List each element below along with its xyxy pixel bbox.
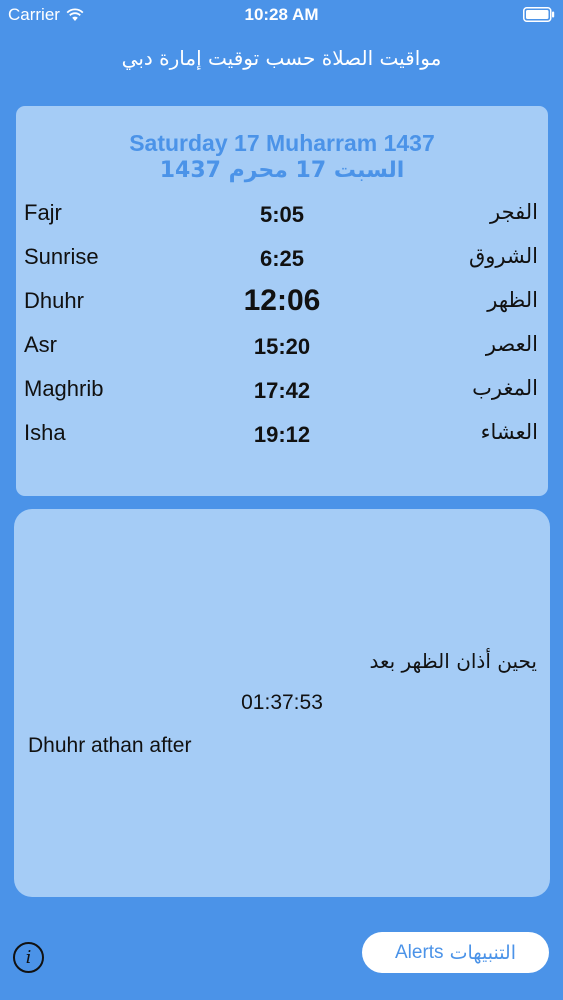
prayer-time: 5:05 [259,202,305,227]
prayer-name-ar: المغرب [472,376,538,400]
prayer-name-ar: العصر [485,332,538,356]
gregorian-date-label: Saturday 17 Muharram 1437 [129,130,435,156]
prayer-time: 17:42 [253,378,311,403]
countdown-label-ar: يحين أذان الظهر بعد [369,649,537,673]
prayer-row-asr: Asr 15:20 العصر [16,326,548,366]
prayer-row-isha: Isha 19:12 العشاء [16,414,548,454]
prayer-times-panel: Saturday 17 Muharram 1437 السبت 17 محرم … [16,106,548,496]
countdown-label-en: Dhuhr athan after [28,734,192,757]
alerts-label-en: Alerts [394,941,444,963]
prayer-name-ar: العشاء [480,420,538,444]
alerts-button[interactable]: Alerts التنبيهات [362,932,549,973]
prayer-row-fajr: Fajr 5:05 الفجر [16,194,548,234]
prayer-time: 15:20 [253,334,311,359]
info-icon[interactable]: i [13,942,44,973]
countdown-panel: يحين أذان الظهر بعد 01:37:53 Dhuhr athan… [14,509,550,897]
prayer-time: 19:12 [253,422,311,447]
countdown-timer: 01:37:53 [241,691,323,714]
status-bar: Carrier 10:28 AM [0,0,563,30]
prayer-name-ar: الشروق [469,244,538,268]
prayer-time-current: 12:06 [243,284,321,317]
page-title: مواقيت الصلاة حسب توقيت إمارة دبي [121,46,442,70]
prayer-name-ar: الفجر [490,200,538,224]
alerts-label-ar: التنبيهات [449,941,516,964]
prayer-row-sunrise: Sunrise 6:25 الشروق [16,238,548,278]
prayer-name-ar: الظهر [487,288,538,312]
battery-icon [523,7,555,22]
status-time: 10:28 AM [244,5,319,24]
prayer-row-dhuhr: Dhuhr 12:06 الظهر [16,282,548,322]
hijri-date-arabic: السبت 17 محرم 1437 [159,158,405,183]
prayer-row-maghrib: Maghrib 17:42 المغرب [16,370,548,410]
